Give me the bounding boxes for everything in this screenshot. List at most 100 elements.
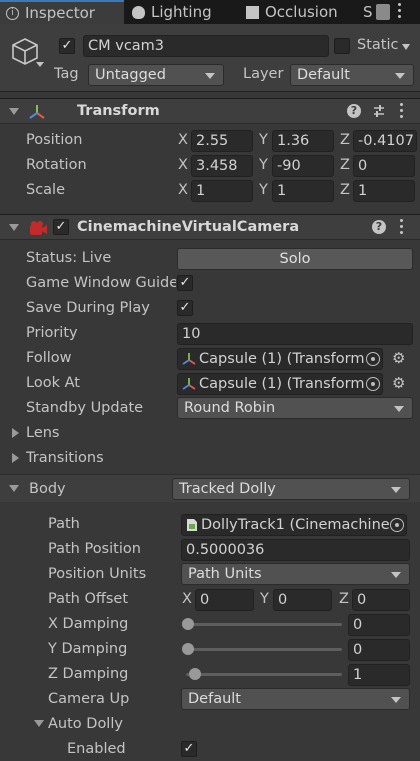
component-menu-icon[interactable] xyxy=(400,219,403,234)
path-offset-y-value: 0 xyxy=(278,592,288,608)
rotation-z-input[interactable]: 0 xyxy=(353,155,415,177)
lightbulb-icon xyxy=(132,5,145,19)
tag-dropdown[interactable]: Untagged xyxy=(88,64,224,86)
scale-x-input[interactable]: 1 xyxy=(191,180,253,202)
path-offset-x-input[interactable]: 0 xyxy=(195,589,254,611)
preset-sliders-icon[interactable] xyxy=(372,104,386,118)
rotation-x-input[interactable]: 3.458 xyxy=(191,155,253,177)
tab-lighting[interactable]: Lighting xyxy=(126,0,234,24)
x-damping-slider-track[interactable] xyxy=(186,623,342,626)
path-offset-y-input[interactable]: 0 xyxy=(273,589,332,611)
path-position-value: 0.5000036 xyxy=(186,542,265,558)
path-position-input[interactable]: 0.5000036 xyxy=(181,539,410,561)
standby-update-dropdown[interactable]: Round Robin xyxy=(177,397,413,419)
follow-value: Capsule (1) (Transform xyxy=(199,351,365,367)
scale-z-label: Z xyxy=(340,182,350,198)
y-damping-input[interactable]: 0 xyxy=(348,639,410,661)
scale-z-input[interactable]: 1 xyxy=(353,180,415,202)
active-checkbox[interactable]: ✓ xyxy=(59,38,75,54)
chevron-down-icon xyxy=(395,73,405,79)
game-window-guides-checkbox[interactable]: ✓ xyxy=(177,275,193,291)
y-damping-slider-knob[interactable] xyxy=(182,643,194,655)
object-name-input[interactable]: CM vcam3 xyxy=(83,35,329,57)
position-x-input[interactable]: 2.55 xyxy=(191,130,253,152)
rotation-y-input[interactable]: -90 xyxy=(272,155,334,177)
auto-dolly-foldout-arrow-icon[interactable] xyxy=(34,720,44,727)
foldout-arrow-icon[interactable] xyxy=(9,108,19,115)
x-damping-value: 0 xyxy=(353,617,363,633)
transitions-foldout-arrow-icon[interactable] xyxy=(12,453,19,463)
body-dropdown[interactable]: Tracked Dolly xyxy=(172,478,410,500)
script-file-icon xyxy=(187,519,197,531)
path-object-field[interactable]: DollyTrack1 (Cinemachine xyxy=(181,514,407,536)
auto-dolly-enabled-checkbox[interactable]: ✓ xyxy=(181,741,197,757)
z-damping-slider-knob[interactable] xyxy=(189,668,202,680)
path-offset-z-input[interactable]: 0 xyxy=(352,589,410,611)
tab-occlusion[interactable]: Occlusion xyxy=(240,0,358,24)
object-header: ✓ CM vcam3 Static Tag Untagged Layer Def… xyxy=(0,24,420,92)
object-picker-icon[interactable] xyxy=(390,518,404,532)
z-damping-slider-track[interactable] xyxy=(186,673,342,676)
rotation-y-value: -90 xyxy=(277,158,301,174)
lens-foldout-label[interactable]: Lens xyxy=(26,425,60,441)
gear-icon[interactable]: ⚙ xyxy=(392,374,405,392)
position-y-value: 1.36 xyxy=(277,133,310,149)
look-at-value: Capsule (1) (Transform xyxy=(199,376,365,392)
object-picker-icon[interactable] xyxy=(366,352,380,366)
layer-dropdown[interactable]: Default xyxy=(290,64,414,86)
kebab-menu-icon[interactable] xyxy=(398,3,402,21)
help-icon[interactable]: ? xyxy=(347,104,361,118)
scale-label: Scale xyxy=(26,182,66,198)
tab-inspector[interactable]: i Inspector xyxy=(0,0,124,24)
lens-foldout-arrow-icon[interactable] xyxy=(12,428,19,438)
x-damping-input[interactable]: 0 xyxy=(348,614,410,636)
foldout-arrow-icon[interactable] xyxy=(9,224,19,231)
icon-dropdown-arrow[interactable] xyxy=(36,62,44,67)
tab-lighting-label: Lighting xyxy=(151,3,212,21)
object-picker-icon[interactable] xyxy=(366,377,380,391)
vcam-title: CinemachineVirtualCamera xyxy=(77,219,300,235)
rotation-x-label: X xyxy=(178,157,188,173)
camera-up-dropdown[interactable]: Default xyxy=(181,688,410,710)
look-at-object-field[interactable]: Capsule (1) (Transform xyxy=(177,373,383,395)
path-offset-label: Path Offset xyxy=(48,591,129,607)
position-y-label: Y xyxy=(259,132,268,148)
transitions-foldout-label[interactable]: Transitions xyxy=(26,450,104,466)
y-damping-slider-track[interactable] xyxy=(186,648,342,651)
save-during-play-label: Save During Play xyxy=(26,300,150,316)
chevron-down-icon xyxy=(391,572,401,578)
position-units-dropdown[interactable]: Path Units xyxy=(181,563,410,585)
chevron-down-icon xyxy=(205,73,215,79)
position-y-input[interactable]: 1.36 xyxy=(272,130,334,152)
lock-icon[interactable] xyxy=(376,4,390,20)
camera-up-value: Default xyxy=(188,691,241,707)
solo-button-label: Solo xyxy=(279,251,311,267)
body-foldout-arrow-icon[interactable] xyxy=(9,485,19,492)
static-dropdown-arrow[interactable] xyxy=(402,44,410,50)
tab-overflow[interactable]: S xyxy=(360,0,374,24)
transform-axes-icon xyxy=(29,105,45,119)
vcam-header[interactable]: ✓ CinemachineVirtualCamera ? xyxy=(0,214,420,240)
tab-occlusion-label: Occlusion xyxy=(265,3,338,21)
transform-title: Transform xyxy=(77,103,160,119)
help-icon[interactable]: ? xyxy=(372,220,386,234)
x-damping-slider-knob[interactable] xyxy=(182,618,194,630)
follow-object-field[interactable]: Capsule (1) (Transform xyxy=(177,348,383,370)
solo-button[interactable]: Solo xyxy=(177,248,413,270)
body-label[interactable]: Body xyxy=(29,481,66,497)
transform-header[interactable]: Transform ? xyxy=(0,98,420,124)
z-damping-input[interactable]: 1 xyxy=(348,664,410,686)
auto-dolly-foldout-label[interactable]: Auto Dolly xyxy=(48,716,123,732)
component-menu-icon[interactable] xyxy=(400,103,403,118)
static-checkbox[interactable] xyxy=(334,38,350,54)
scale-y-input[interactable]: 1 xyxy=(272,180,334,202)
priority-label: Priority xyxy=(26,325,78,341)
position-z-input[interactable]: -0.4107 xyxy=(353,130,417,152)
path-offset-x-label: X xyxy=(182,591,192,607)
vcam-enabled-checkbox[interactable]: ✓ xyxy=(53,219,69,235)
scale-z-value: 1 xyxy=(358,183,368,199)
body-value: Tracked Dolly xyxy=(179,481,276,497)
save-during-play-checkbox[interactable]: ✓ xyxy=(177,300,193,316)
priority-input[interactable]: 10 xyxy=(177,323,413,345)
gear-icon[interactable]: ⚙ xyxy=(392,349,405,367)
